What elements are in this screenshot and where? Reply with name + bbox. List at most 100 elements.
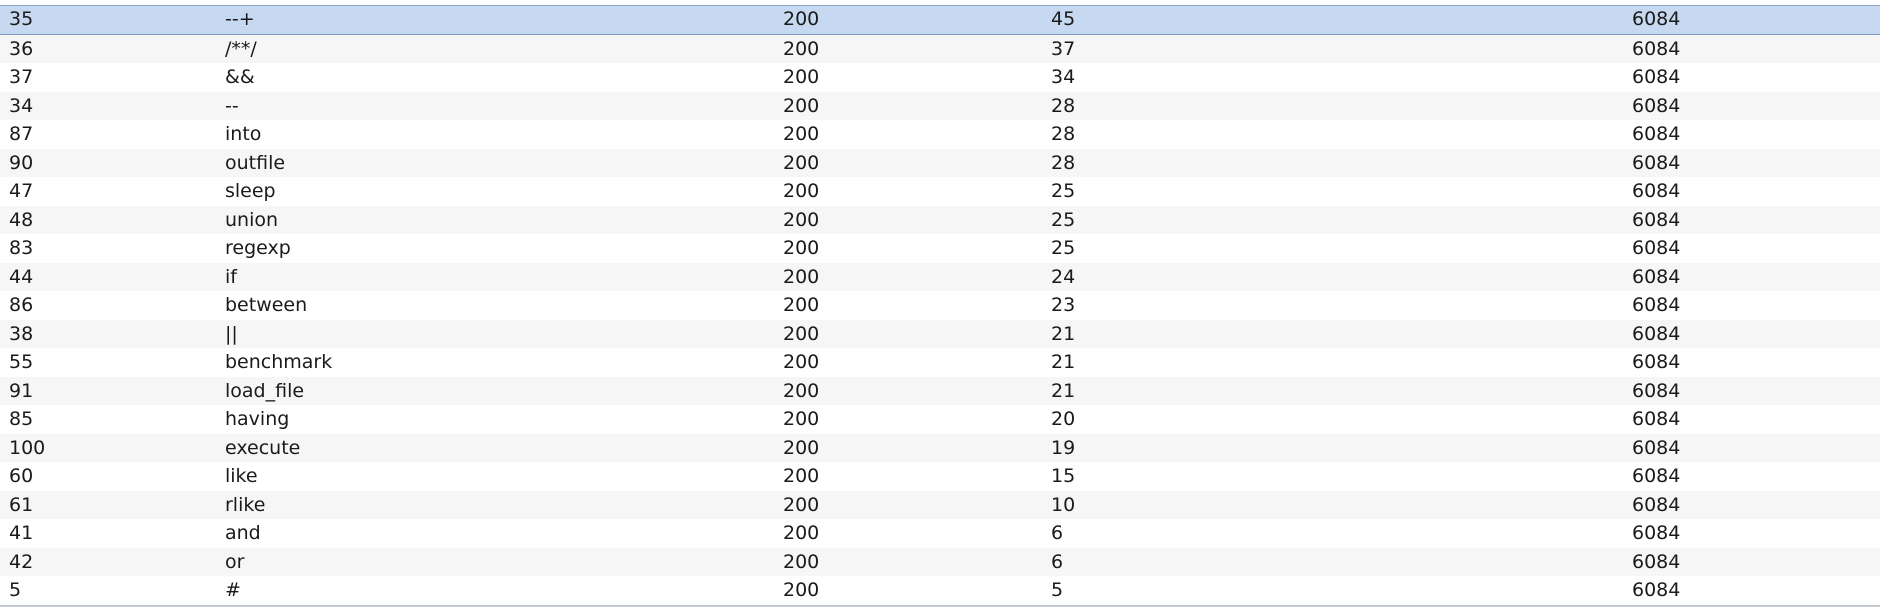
status-cell: 200 [783,579,820,601]
request-number-cell: 60 [9,465,34,487]
request-number-cell: 55 [9,351,34,373]
request-number-cell: 44 [9,265,34,288]
payload-cell: having [225,408,290,430]
length-cell: 6 [1051,522,1064,544]
request-number-cell: 41 [9,522,34,544]
request-number-cell: 38 [9,322,34,345]
payload-cell: or [225,550,245,573]
table-row[interactable]: 44 if 200 24 6084 [0,262,1880,291]
status-cell: 200 [783,379,820,402]
length-cell: 19 [1051,436,1076,459]
payload-cell: && [225,66,255,88]
table-row[interactable]: 48 union 200 25 6084 [0,205,1880,234]
table-row[interactable]: 60 like 200 15 6084 [0,462,1880,491]
size-cell: 6084 [1632,208,1681,231]
size-cell: 6084 [1632,237,1681,259]
table-row[interactable]: 90 outfile 200 28 6084 [0,148,1880,177]
status-cell: 200 [783,208,820,231]
status-cell: 200 [783,66,820,88]
request-number-cell: 35 [9,8,34,30]
size-cell: 6084 [1632,151,1681,174]
request-number-cell: 42 [9,550,34,573]
request-number-cell: 37 [9,66,34,88]
request-number-cell: 61 [9,493,34,516]
status-cell: 200 [783,123,820,145]
status-cell: 200 [783,37,820,60]
length-cell: 28 [1051,123,1076,145]
status-cell: 200 [783,180,820,202]
size-cell: 6084 [1632,66,1681,88]
table-row[interactable]: 36 /**/ 200 37 6084 [0,34,1880,63]
length-cell: 24 [1051,265,1076,288]
table-row[interactable]: 55 benchmark 200 21 6084 [0,348,1880,377]
request-number-cell: 36 [9,37,34,60]
payload-cell: -- [225,94,239,117]
payload-cell: # [225,579,241,601]
length-cell: 25 [1051,237,1076,259]
length-cell: 6 [1051,550,1064,573]
size-cell: 6084 [1632,294,1681,316]
table-row[interactable]: 37 && 200 34 6084 [0,63,1880,92]
request-number-cell: 86 [9,294,34,316]
table-row[interactable]: 85 having 200 20 6084 [0,405,1880,434]
length-cell: 21 [1051,351,1076,373]
request-number-cell: 48 [9,208,34,231]
table-row[interactable]: 91 load_file 200 21 6084 [0,376,1880,405]
size-cell: 6084 [1632,322,1681,345]
table-row[interactable]: 41 and 200 6 6084 [0,519,1880,548]
status-cell: 200 [783,294,820,316]
length-cell: 37 [1051,37,1076,60]
request-number-cell: 87 [9,123,34,145]
length-cell: 5 [1051,579,1064,601]
request-number-cell: 47 [9,180,34,202]
payload-cell: /**/ [225,37,257,60]
results-table: 35 --+ 200 45 6084 36 /**/ 200 37 6084 3… [0,5,1880,606]
status-cell: 200 [783,465,820,487]
table-row[interactable]: 87 into 200 28 6084 [0,120,1880,149]
length-cell: 10 [1051,493,1076,516]
request-number-cell: 5 [9,579,22,601]
table-row[interactable]: 86 between 200 23 6084 [0,291,1880,320]
request-number-cell: 85 [9,408,34,430]
table-row[interactable]: 34 -- 200 28 6084 [0,91,1880,120]
length-cell: 20 [1051,408,1076,430]
length-cell: 34 [1051,66,1076,88]
length-cell: 21 [1051,322,1076,345]
payload-cell: load_file [225,379,305,402]
table-row[interactable]: 83 regexp 200 25 6084 [0,234,1880,263]
payload-cell: if [225,265,237,288]
payload-cell: and [225,522,261,544]
payload-cell: union [225,208,279,231]
payload-cell: benchmark [225,351,333,373]
table-row[interactable]: 35 --+ 200 45 6084 [0,6,1880,35]
size-cell: 6084 [1632,408,1681,430]
length-cell: 21 [1051,379,1076,402]
request-number-cell: 91 [9,379,34,402]
status-cell: 200 [783,436,820,459]
payload-cell: between [225,294,308,316]
length-cell: 25 [1051,180,1076,202]
payload-cell: like [225,465,258,487]
size-cell: 6084 [1632,351,1681,373]
table-row[interactable]: 5 # 200 5 6084 [0,576,1880,605]
length-cell: 28 [1051,151,1076,174]
payload-cell: --+ [225,8,255,30]
table-row[interactable]: 38 || 200 21 6084 [0,319,1880,348]
table-row[interactable]: 100 execute 200 19 6084 [0,433,1880,462]
size-cell: 6084 [1632,436,1681,459]
length-cell: 28 [1051,94,1076,117]
size-cell: 6084 [1632,123,1681,145]
status-cell: 200 [783,265,820,288]
payload-cell: sleep [225,180,276,202]
payload-cell: || [225,322,238,345]
status-cell: 200 [783,94,820,117]
size-cell: 6084 [1632,465,1681,487]
length-cell: 15 [1051,465,1076,487]
table-row[interactable]: 42 or 200 6 6084 [0,547,1880,576]
status-cell: 200 [783,351,820,373]
size-cell: 6084 [1632,579,1681,601]
table-row[interactable]: 61 rlike 200 10 6084 [0,490,1880,519]
size-cell: 6084 [1632,265,1681,288]
table-row[interactable]: 47 sleep 200 25 6084 [0,177,1880,206]
request-number-cell: 83 [9,237,34,259]
